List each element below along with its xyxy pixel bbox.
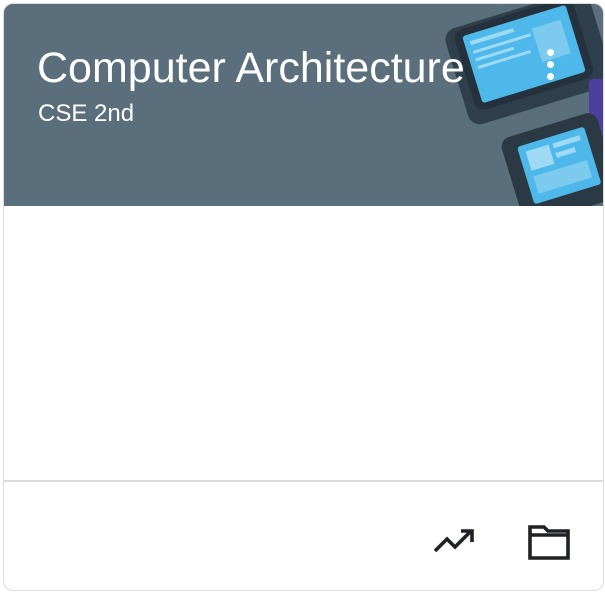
more-options-button[interactable]	[532, 40, 568, 88]
more-vert-icon	[547, 49, 554, 56]
class-card[interactable]: Computer Architecture CSE 2nd	[3, 3, 604, 591]
class-analytics-button[interactable]	[430, 518, 478, 566]
class-card-footer	[4, 482, 603, 590]
class-title[interactable]: Computer Architecture	[37, 42, 492, 94]
class-folder-button[interactable]	[525, 518, 573, 566]
class-card-body[interactable]	[4, 206, 603, 480]
trending-up-icon	[433, 529, 474, 553]
class-section: CSE 2nd	[38, 100, 135, 127]
more-vert-icon-dot	[547, 73, 554, 80]
more-vert-icon-dot	[547, 61, 554, 68]
class-banner[interactable]: Computer Architecture CSE 2nd	[4, 4, 603, 206]
folder-icon	[528, 525, 570, 560]
